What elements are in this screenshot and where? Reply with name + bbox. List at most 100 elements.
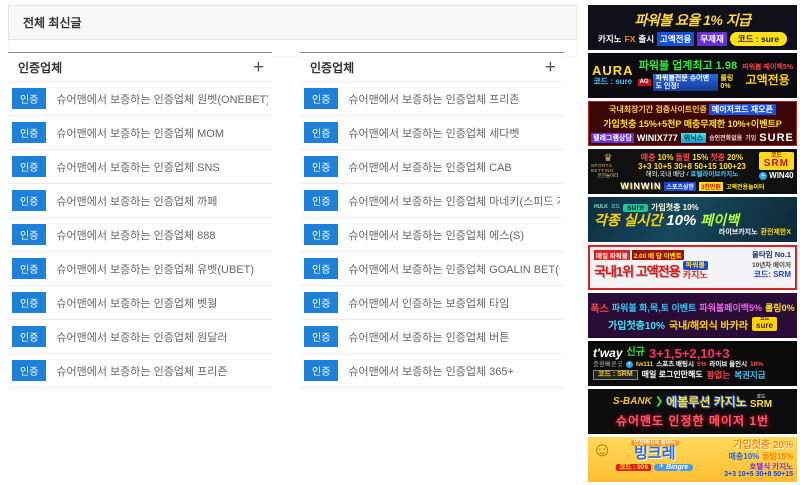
list-item[interactable]: 인증 슈어맨에서 보증하는 인증업체 마네키(스피드 계열) [300, 184, 564, 218]
list-item-label: 슈어맨에서 보증하는 인증업체 MOM [56, 125, 224, 141]
ad-banner-bingre[interactable]: ☺ 안전메이저 놀이터 빙크레 코드 : 999 ✈Bingre 가입첫충 20… [588, 437, 797, 482]
ad-top-row: ♛ SPORTS BETTING 안전놀이터 매충10% 돌발15% 첫충20%… [591, 152, 794, 180]
ad-brand-block: AURA 코드 : sure [592, 64, 634, 87]
ad-banner-fox-baccarat[interactable]: 폭스 파워볼 화,목,토 이벤트 파워볼페이백5% 롤링0% 가입첫충10% 국… [588, 293, 797, 338]
promo-code: 코드 : SRM [593, 370, 638, 380]
ad-banner-sbank-evolution[interactable]: S-BANK ❯ 에볼루션 카지노 코드 SRM 슈어맨도 인정한 메이저 1번 [588, 389, 797, 434]
ad-banner-winix[interactable]: 국내최장기간 검증사이트인증 메이저코드 재오픈 가입첫충 15%+5천P 매충… [588, 101, 797, 146]
list-item-label: 슈어맨에서 보증하는 인증업체 마네키(스피드 계열) [348, 193, 560, 209]
list-item[interactable]: 인증슈어맨에서 보증하는 인증업체 유벳(UBET) [8, 252, 272, 286]
list-item[interactable]: 인증슈어맨에서 보증하는 인증업체 버튼 [300, 320, 564, 354]
ad-text: 롤링0% [765, 301, 795, 314]
ad-text: 파워볼전문 슈어맨도 인정! [653, 74, 719, 91]
list-item[interactable]: 인증슈어맨에서 보증하는 인증업체 888 [8, 218, 272, 252]
ad-line: 가입첫충 15%+5천P 매충무제한 10%+이벤트P [603, 117, 782, 130]
ad-line: 텔레그램상담 WINIX777 위닉스 승인전화없음 가입 SURE [591, 132, 794, 144]
ad-brand: HULK [594, 205, 608, 210]
ad-text: 카지노 [598, 33, 621, 45]
ad-text: 국내/해외식 바카라 [669, 317, 748, 332]
telegram-icon: ✈ [659, 464, 664, 471]
ad-text: 파워볼 페이백5% [742, 64, 793, 72]
promo-code: sure [756, 322, 773, 331]
list-item-label: 슈어맨에서 보증하는 인증업체 GOALIN BET(골인벳) [348, 261, 560, 277]
latest-posts-header: 전체 최신글 [8, 5, 577, 40]
ad-chip: 2.00 배 당 이벤트 [632, 250, 684, 260]
promo-code: SRM [750, 400, 772, 410]
ad-brand: 위닉스 [681, 133, 706, 143]
ad-text: 스포츠 배팅시 [656, 361, 694, 369]
list-item[interactable]: 인증슈어맨에서 보증하는 인증업체 세다벳 [300, 116, 564, 150]
list-item[interactable]: 인증슈어맨에서 보증하는 인증업체 GOALIN BET(골인벳) [300, 252, 564, 286]
list-item[interactable]: 인증슈어맨에서 보증하는 인증업체 SNS [8, 150, 272, 184]
ad-top-row: S-BANK ❯ 에볼루션 카지노 코드 SRM [613, 395, 772, 410]
ad-brand: S-BANK [613, 397, 652, 407]
ad-text: 매충 [641, 154, 656, 162]
winwin-logo: ♛ SPORTS BETTING 안전놀이터 [591, 153, 625, 179]
ad-brand: 폭스 [590, 300, 608, 315]
cert-badge: 인증 [12, 224, 46, 245]
cert-badge: 인증 [304, 190, 338, 211]
list-item[interactable]: 인증 슈어맨에서 보증하는 인증업체 MOM [8, 116, 272, 150]
telegram-icon: ✈ [626, 361, 633, 368]
ad-text: 3+3 10+5 30+8 50+15 [724, 471, 793, 479]
list-item[interactable]: 인증슈어맨에서 보증하는 인증업체 에스(S) [300, 218, 564, 252]
list-item[interactable]: 인증슈어맨에서 보증하는 인증업체 프리존 [300, 82, 564, 116]
ad-text: 각종 실시간 [594, 213, 662, 227]
list-item[interactable]: 인증슈어맨에서 인증하는 보증업체 타임 [300, 286, 564, 320]
ad-main-row: 국내1위 고액전용 파워볼 카지노 10년차 메이저 코드: SRM [594, 261, 791, 280]
cert-badge: 인증 [12, 360, 46, 381]
list-item[interactable]: 인증슈어맨에서 보증하는 인증업체 벳월 [8, 286, 272, 320]
list-item-label: 슈어맨에서 보증하는 인증업체 유벳(UBET) [56, 261, 254, 277]
ad-chip: 고액전용 [657, 32, 694, 46]
cert-panel-title: 인증업체 [310, 59, 354, 76]
list-item[interactable]: 인증슈어맨에서 보증하는 인증업체 까페 [8, 184, 272, 218]
ad-center-block: 파워볼 업계최고 1.98 AG 파워볼전문 슈어맨도 인정! 롤링0% [638, 60, 739, 91]
ad-sidebar: 파워볼 요율 1% 지급 카지노 FX 출시 고액전용 무제재 코드 : sur… [588, 5, 797, 485]
promo-code-box: 코드 SRM [759, 152, 794, 170]
ad-text: FX [625, 34, 636, 44]
ad-text: 출시 [638, 33, 654, 45]
list-item-label: 슈어맨에서 보증하는 인증업체 CAB [348, 159, 511, 175]
list-item-label: 슈어맨에서 보증하는 인증업체 프리즌 [56, 363, 227, 379]
ad-text: 꽝없는 [707, 370, 730, 380]
ad-text: 5% [697, 361, 706, 369]
ad-text: 가입첫충 10% [651, 204, 699, 212]
ad-footline: 슈어맨도 인정한 메이저 1번 [616, 412, 769, 429]
list-item[interactable]: 인증슈어맨에서 보증하는 인증업체 CAB [300, 150, 564, 184]
ad-center-block: 매충10% 돌발15% 첫충20% 3+3 10+5 30+8 50+15 10… [628, 154, 756, 179]
ad-text: 3+1,5+2,10+3 [649, 347, 730, 360]
promo-code-label: 코드 [611, 205, 620, 210]
ad-line: 매충10% 돌발15% 첫충20% [641, 154, 743, 162]
expand-plus-icon[interactable]: + [249, 58, 268, 77]
ad-banner-powerball-no1[interactable]: 매일 파워볼 2.00 배 당 이벤트 올타임 No.1 국내1위 고액전용 파… [588, 245, 797, 290]
cert-badge: 인증 [12, 292, 46, 313]
ad-line: 충환빠른곳 ✈ tw111 스포츠 배팅시 5% 라이브 올인시 10% [593, 361, 792, 369]
cert-panel-left: 인증업체 + 인증슈어맨에서 보증하는 인증업체 원벳(ONEBET) 인증슈어… [8, 52, 272, 388]
list-item-label: 슈어맨에서 보증하는 인증업체 원벳(ONEBET) [56, 91, 268, 107]
ad-text: 안전놀이터 [598, 174, 619, 179]
promo-code: 코드 : sure [730, 32, 787, 46]
expand-plus-icon[interactable]: + [541, 58, 560, 77]
list-item[interactable]: 인증 슈어맨에서 보증하는 인증업체 프리즌 [8, 354, 272, 388]
ad-text: 충환빠른곳 [593, 361, 623, 369]
ad-line: 코드 : SRM 매일 로그인만해도 꽝없는 복권지급 [593, 370, 792, 380]
list-item[interactable]: 인증슈어맨에서 보증하는 인증업체 원달러 [8, 320, 272, 354]
ad-text: 첫충 [710, 154, 725, 162]
ad-banner-tway[interactable]: t'way 신규 3+1,5+2,10+3 충환빠른곳 ✈ tw111 스포츠 … [588, 341, 797, 386]
cert-badge: 인증 [304, 122, 338, 143]
ad-banner-powerball-1pct[interactable]: 파워볼 요율 1% 지급 카지노 FX 출시 고액전용 무제재 코드 : sur… [588, 5, 797, 50]
ad-line: t'way 신규 3+1,5+2,10+3 [593, 347, 792, 360]
ad-right-block: 파워볼 페이백5% 고액전용 [742, 64, 793, 87]
cert-badge: 인증 [12, 122, 46, 143]
ad-line: 가입첫충10% 국내/해외식 바카라 코드 sure [608, 317, 777, 332]
ad-text: 해외,국내 배당 / [646, 171, 689, 178]
list-item[interactable]: 인증슈어맨에서 보증하는 인증업체 365+ [300, 354, 564, 388]
list-item-label: 슈어맨에서 보증하는 인증업체 버튼 [348, 329, 509, 345]
ad-banner-winwin[interactable]: ♛ SPORTS BETTING 안전놀이터 매충10% 돌발15% 첫충20%… [588, 149, 797, 194]
ad-banner-aura[interactable]: AURA 코드 : sure 파워볼 업계최고 1.98 AG 파워볼전문 슈어… [588, 53, 797, 98]
list-item[interactable]: 인증슈어맨에서 보증하는 인증업체 원벳(ONEBET) [8, 82, 272, 116]
ad-footline: AG 파워볼전문 슈어맨도 인정! 롤링0% [638, 74, 739, 91]
ad-banner-hulk-payback[interactable]: HULK 코드 sure 가입첫충 10% 각종 실시간 10% 페이백 라이브… [588, 197, 797, 242]
ad-text: 복권지급 [734, 370, 765, 380]
ad-line: 3+3 10+5 30+8 50+15 100+23 [638, 163, 746, 171]
